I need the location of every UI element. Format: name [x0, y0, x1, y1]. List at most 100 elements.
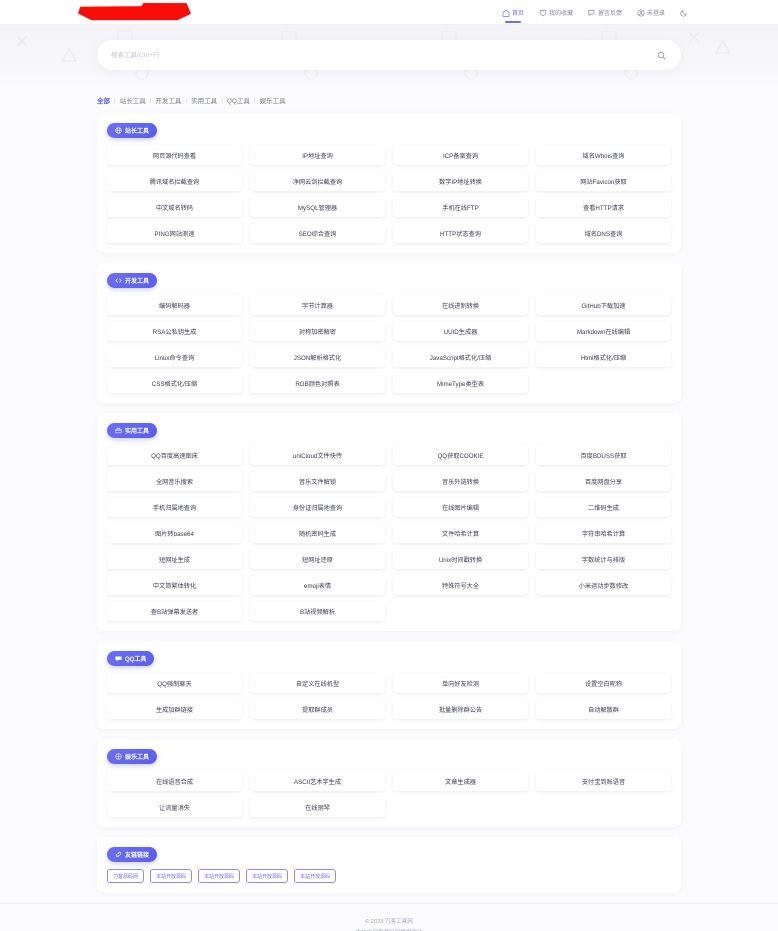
tool-card[interactable]: GitHub下载加速: [536, 295, 671, 315]
tool-card[interactable]: emoji表情: [250, 575, 385, 595]
tool-card[interactable]: SEO综合查询: [250, 223, 385, 243]
tool-card[interactable]: 在线钢琴: [250, 797, 385, 817]
footer-powered-by[interactable]: 本站由刀客源码网提供驱动: [0, 928, 778, 931]
section-title: 站长工具: [125, 129, 150, 135]
nav-item-feedback[interactable]: 留言反馈: [588, 0, 622, 25]
tool-card[interactable]: MySQL管理器: [250, 197, 385, 217]
category-item-entertainment[interactable]: 娱乐工具: [260, 95, 286, 105]
search-icon[interactable]: [655, 49, 667, 61]
tool-card[interactable]: 让流量消失: [107, 797, 242, 817]
tool-card[interactable]: 自定义在线机型: [250, 673, 385, 693]
tool-card[interactable]: 二维码生成: [536, 497, 671, 517]
search-box[interactable]: [97, 40, 681, 70]
tool-card[interactable]: 对称加密解密: [250, 321, 385, 341]
tool-card[interactable]: MimeType类型表: [393, 373, 528, 393]
tool-card[interactable]: 字节计算器: [250, 295, 385, 315]
tool-card[interactable]: HTTP状态查询: [393, 223, 528, 243]
tool-card[interactable]: ICP备案查询: [393, 145, 528, 165]
tool-card[interactable]: 身份证归属地查询: [250, 497, 385, 517]
tool-card[interactable]: CSS格式化/压缩: [107, 373, 242, 393]
tool-card[interactable]: 在线语音合成: [107, 771, 242, 791]
tool-card[interactable]: 生成加群链接: [107, 699, 242, 719]
tool-card[interactable]: JSON解析格式化: [250, 347, 385, 367]
tool-card[interactable]: 在线图片编辑: [393, 497, 528, 517]
friend-link-chip[interactable]: 本站开放源码: [246, 869, 289, 883]
friend-link-chip[interactable]: 本站开放源码: [150, 869, 193, 883]
tool-card[interactable]: Linux命令查询: [107, 347, 242, 367]
friend-link-chip[interactable]: 刀客源码网: [107, 869, 145, 883]
friend-link-chip[interactable]: 本站开放源码: [294, 869, 337, 883]
tool-card[interactable]: 域名DNS查询: [536, 223, 671, 243]
tool-card[interactable]: UUID生成器: [393, 321, 528, 341]
tool-sections-container: 站长工具 网页源代码查看 IP地址查询 ICP备案查询 域名Whois查询 腾讯…: [0, 113, 778, 893]
tool-card[interactable]: 单向好友检测: [393, 673, 528, 693]
tool-card[interactable]: 短网址还原: [250, 549, 385, 569]
tool-card[interactable]: Unix时间戳转换: [393, 549, 528, 569]
site-logo[interactable]: [78, 2, 191, 21]
category-item-webmaster[interactable]: 站长工具: [120, 95, 146, 105]
category-item-developer[interactable]: 开发工具: [155, 95, 181, 105]
tool-card[interactable]: 在线进制转换: [393, 295, 528, 315]
tool-card[interactable]: Markdown在线编辑: [536, 321, 671, 341]
tool-card[interactable]: 百度网盘分享: [536, 471, 671, 491]
tool-card[interactable]: 全网音乐搜索: [107, 471, 242, 491]
tool-card[interactable]: ASCII艺术字生成: [250, 771, 385, 791]
tool-card[interactable]: 文章生成器: [393, 771, 528, 791]
tool-card[interactable]: 网站Favicon获取: [536, 171, 671, 191]
tool-card[interactable]: QQ获取COOKIE: [393, 445, 528, 465]
tool-card[interactable]: 音乐文件解锁: [250, 471, 385, 491]
tool-card[interactable]: 查看HTTP请求: [536, 197, 671, 217]
tool-card[interactable]: 中文域名转码: [107, 197, 242, 217]
tool-grid: QQ强制聊天 自定义在线机型 单向好友检测 设置空白昵称 生成加群链接 提取群成…: [107, 673, 671, 719]
tool-card[interactable]: RSA公私钥生成: [107, 321, 242, 341]
category-separator: |: [114, 96, 116, 104]
tool-card[interactable]: 净网云剑拦截查询: [250, 171, 385, 191]
nav-item-home[interactable]: 首页: [502, 0, 524, 25]
nav-item-theme-toggle[interactable]: [680, 0, 690, 25]
tool-card[interactable]: 字数统计与排版: [536, 549, 671, 569]
nav-label-feedback: 留言反馈: [597, 11, 622, 17]
tool-card[interactable]: 设置空白昵称: [536, 673, 671, 693]
nav-item-favorites[interactable]: 我的收藏: [539, 0, 573, 25]
tool-card[interactable]: 域名Whois查询: [536, 145, 671, 165]
tool-card[interactable]: 数字IP地址转换: [393, 171, 528, 191]
tool-card[interactable]: 小米运动步数修改: [536, 575, 671, 595]
tool-card[interactable]: 自动解散群: [536, 699, 671, 719]
category-item-all[interactable]: 全部: [97, 95, 110, 105]
tool-card[interactable]: 查B站弹幕发送者: [107, 601, 242, 621]
tool-card[interactable]: 图片转base64: [107, 523, 242, 543]
tool-card[interactable]: 腾讯域名拦截查询: [107, 171, 242, 191]
tool-card[interactable]: QQ强制聊天: [107, 673, 242, 693]
tool-card[interactable]: 编码解码器: [107, 295, 242, 315]
tool-card[interactable]: 随机密码生成: [250, 523, 385, 543]
tool-card[interactable]: Html格式化/压缩: [536, 347, 671, 367]
chat-icon: [115, 655, 122, 662]
tool-card[interactable]: uniCloud文件快传: [250, 445, 385, 465]
tool-card[interactable]: 支付宝到账语音: [536, 771, 671, 791]
tool-card[interactable]: 提取群成员: [250, 699, 385, 719]
tool-card[interactable]: 中文简繁体转化: [107, 575, 242, 595]
tool-card[interactable]: 特殊符号大全: [393, 575, 528, 595]
tool-card[interactable]: B站视频解析: [250, 601, 385, 621]
tool-card[interactable]: QQ百度高速图床: [107, 445, 242, 465]
tool-card[interactable]: 手机归属地查询: [107, 497, 242, 517]
nav-item-account[interactable]: 未登录: [637, 0, 665, 25]
tool-card[interactable]: 字符串哈希计算: [536, 523, 671, 543]
tool-card[interactable]: 手机在线FTP: [393, 197, 528, 217]
section-developer-tools: 开发工具 编码解码器 字节计算器 在线进制转换 GitHub下载加速 RSA公私…: [97, 263, 681, 403]
nav-label-home: 首页: [511, 11, 524, 17]
friend-link-chip[interactable]: 本站开放源码: [198, 869, 241, 883]
tool-card[interactable]: 百度BDUSS获取: [536, 445, 671, 465]
category-item-utility[interactable]: 实用工具: [191, 95, 217, 105]
tool-card[interactable]: 网页源代码查看: [107, 145, 242, 165]
category-item-qq[interactable]: QQ工具: [227, 95, 250, 105]
tool-card[interactable]: 批量删除群公告: [393, 699, 528, 719]
search-input[interactable]: [111, 40, 655, 70]
tool-card[interactable]: 音乐外链转换: [393, 471, 528, 491]
tool-card[interactable]: PING网站测速: [107, 223, 242, 243]
tool-card[interactable]: 文件哈希计算: [393, 523, 528, 543]
tool-card[interactable]: 短网址生成: [107, 549, 242, 569]
tool-card[interactable]: JavaScript格式化/压缩: [393, 347, 528, 367]
tool-card[interactable]: RGB颜色对照表: [250, 373, 385, 393]
tool-card[interactable]: IP地址查询: [250, 145, 385, 165]
